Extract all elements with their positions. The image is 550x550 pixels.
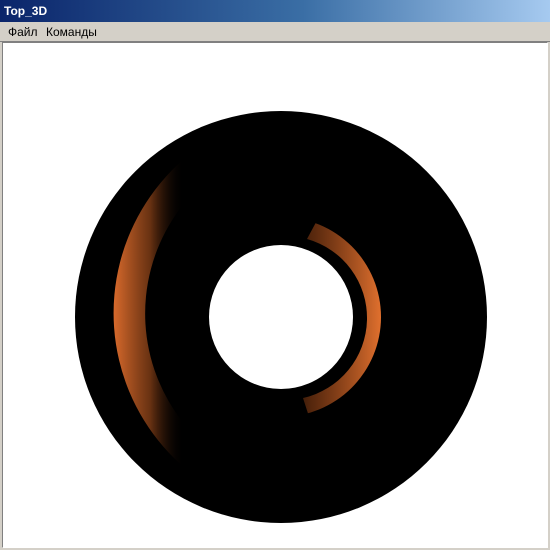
window-title: Top_3D [4, 4, 48, 18]
app-window: Top_3D Файл Команды [0, 0, 550, 550]
menu-commands[interactable]: Команды [42, 24, 101, 40]
title-bar[interactable]: Top_3D [0, 0, 550, 22]
menu-bar: Файл Команды [0, 22, 550, 42]
menu-file[interactable]: Файл [4, 24, 42, 40]
render-canvas[interactable] [2, 42, 548, 548]
torus-render [63, 103, 503, 543]
